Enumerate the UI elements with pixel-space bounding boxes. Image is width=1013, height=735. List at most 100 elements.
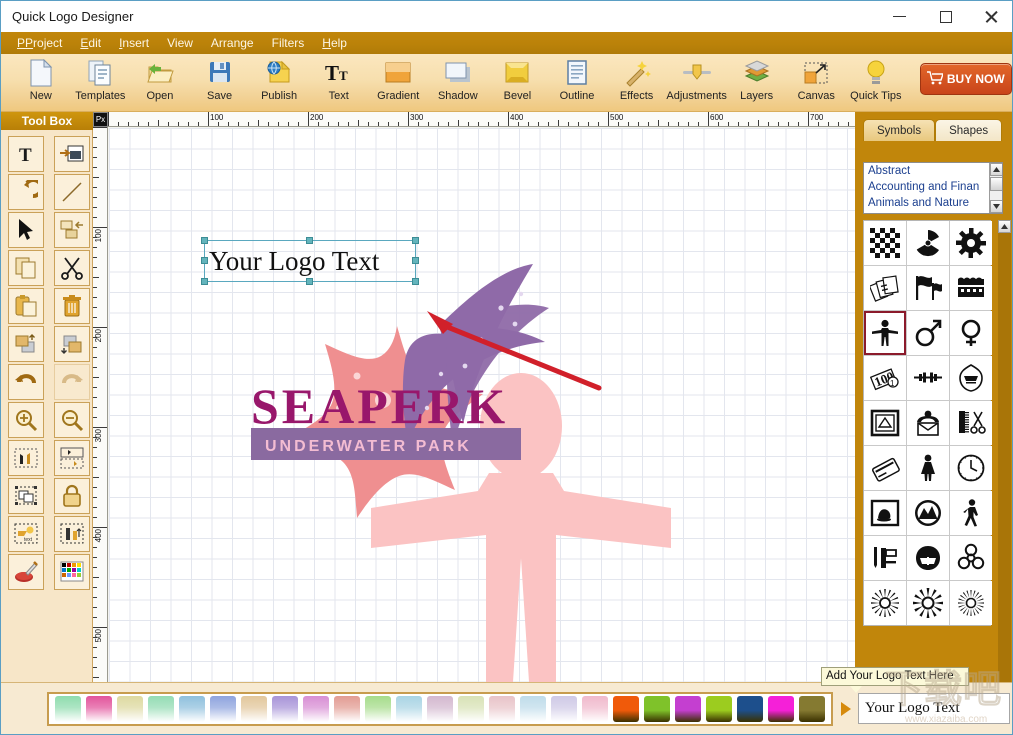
delete-tool[interactable] bbox=[54, 288, 90, 324]
distribute-tool[interactable] bbox=[54, 516, 90, 552]
color-swatch[interactable] bbox=[241, 696, 267, 722]
credit-card-symbol[interactable] bbox=[864, 446, 906, 490]
buy-now-button[interactable]: BUY NOW bbox=[920, 63, 1012, 95]
toolbar-button-layers[interactable]: Layers bbox=[727, 54, 787, 110]
mountain-circle-symbol[interactable] bbox=[907, 491, 949, 535]
female-symbol[interactable] bbox=[950, 311, 992, 355]
tab-symbols[interactable]: Symbols bbox=[863, 119, 935, 141]
handle-middle-right[interactable] bbox=[412, 257, 419, 264]
rotate-tool[interactable] bbox=[8, 174, 44, 210]
selection-box[interactable] bbox=[204, 240, 416, 282]
color-swatch[interactable] bbox=[148, 696, 174, 722]
logo-artwork[interactable]: SEAPERK UNDERWATER PARK bbox=[109, 128, 855, 682]
undo-tool[interactable] bbox=[8, 364, 44, 400]
color-swatch[interactable] bbox=[334, 696, 360, 722]
color-swatch[interactable] bbox=[210, 696, 236, 722]
toolbar-button-shadow[interactable]: Shadow bbox=[428, 54, 488, 110]
helmet-symbol[interactable] bbox=[907, 536, 949, 580]
color-swatch[interactable] bbox=[55, 696, 81, 722]
color-swatch[interactable] bbox=[272, 696, 298, 722]
flags-symbol[interactable] bbox=[907, 266, 949, 310]
cut-tool[interactable] bbox=[54, 250, 90, 286]
color-swatch[interactable] bbox=[644, 696, 670, 722]
symbol-grid-container[interactable]: 1001 bbox=[863, 220, 1003, 735]
color-swatch[interactable] bbox=[396, 696, 422, 722]
category-item[interactable]: Abstract bbox=[864, 163, 1002, 179]
framed-picture-symbol[interactable] bbox=[864, 401, 906, 445]
color-swatch[interactable] bbox=[179, 696, 205, 722]
pen-tools-symbol[interactable] bbox=[864, 536, 906, 580]
select-tool[interactable] bbox=[8, 212, 44, 248]
toolbar-button-canvas[interactable]: Canvas bbox=[786, 54, 846, 110]
color-swatch[interactable] bbox=[86, 696, 112, 722]
hundred-dollar-symbol[interactable]: 1001 bbox=[864, 356, 906, 400]
symbol-scroll-track[interactable] bbox=[998, 233, 1011, 735]
color-swatch[interactable] bbox=[365, 696, 391, 722]
handle-middle-left[interactable] bbox=[201, 257, 208, 264]
color-swatch[interactable] bbox=[551, 696, 577, 722]
color-swatch[interactable] bbox=[582, 696, 608, 722]
maximize-button[interactable] bbox=[926, 5, 966, 28]
cards-symbol[interactable] bbox=[864, 266, 906, 310]
toolbar-button-save[interactable]: Save bbox=[190, 54, 250, 110]
color-swatch[interactable] bbox=[675, 696, 701, 722]
send-backward-tool[interactable] bbox=[54, 326, 90, 362]
male-symbol[interactable] bbox=[907, 311, 949, 355]
align-objects-tool[interactable] bbox=[54, 212, 90, 248]
toolbar-button-open[interactable]: Open bbox=[130, 54, 190, 110]
flip-vertical-tool[interactable] bbox=[54, 440, 90, 476]
symbol-scrollbar[interactable] bbox=[998, 220, 1011, 735]
color-swatch[interactable] bbox=[520, 696, 546, 722]
color-swatch[interactable] bbox=[613, 696, 639, 722]
flip-horizontal-tool[interactable] bbox=[8, 440, 44, 476]
vertical-ruler[interactable]: 100200300400500 bbox=[93, 127, 108, 682]
logo-text-input[interactable]: Your Logo Text bbox=[858, 693, 1010, 724]
category-scroll-up-button[interactable] bbox=[990, 163, 1003, 176]
category-scrollbar[interactable] bbox=[989, 163, 1002, 213]
toolbar-button-adjustments[interactable]: Adjustments bbox=[666, 54, 727, 110]
category-scroll-down-button[interactable] bbox=[990, 200, 1003, 213]
handle-top-left[interactable] bbox=[201, 237, 208, 244]
zoom-out-tool[interactable] bbox=[54, 402, 90, 438]
category-item[interactable]: Animals and Nature bbox=[864, 195, 1002, 211]
menu-item-filters[interactable]: Filters bbox=[264, 34, 313, 52]
color-swatch[interactable] bbox=[117, 696, 143, 722]
shield-crest-symbol[interactable] bbox=[950, 356, 992, 400]
category-list[interactable]: AbstractAccounting and FinanAnimals and … bbox=[863, 162, 1003, 214]
woman-symbol[interactable] bbox=[907, 446, 949, 490]
sunburst-b-symbol[interactable] bbox=[907, 581, 949, 625]
toolbar-button-new[interactable]: New bbox=[11, 54, 71, 110]
tab-shapes[interactable]: Shapes bbox=[935, 119, 1002, 141]
handle-bottom-left[interactable] bbox=[201, 278, 208, 285]
category-item[interactable]: Architecture and Cons bbox=[864, 211, 1002, 214]
palette-next-button[interactable] bbox=[834, 692, 858, 726]
clock-symbol[interactable] bbox=[950, 446, 992, 490]
color-swatch[interactable] bbox=[489, 696, 515, 722]
color-swatch[interactable] bbox=[799, 696, 825, 722]
toolbar-button-bevel[interactable]: Bevel bbox=[488, 54, 548, 110]
menu-item-project[interactable]: PProject bbox=[9, 34, 70, 52]
color-swatch[interactable] bbox=[427, 696, 453, 722]
category-item[interactable]: Accounting and Finan bbox=[864, 179, 1002, 195]
handle-top-center[interactable] bbox=[306, 237, 313, 244]
toolbar-button-text[interactable]: TTText bbox=[309, 54, 369, 110]
color-swatch[interactable] bbox=[303, 696, 329, 722]
comb-scissors-symbol[interactable] bbox=[950, 401, 992, 445]
color-swatch[interactable] bbox=[706, 696, 732, 722]
color-swatch[interactable] bbox=[737, 696, 763, 722]
barbell-symbol[interactable] bbox=[907, 356, 949, 400]
envelope-person-symbol[interactable] bbox=[907, 401, 949, 445]
group-tool[interactable] bbox=[8, 478, 44, 514]
toolbar-button-templates[interactable]: Templates bbox=[71, 54, 131, 110]
menu-item-insert[interactable]: Insert bbox=[111, 34, 157, 52]
radiation-symbol[interactable] bbox=[907, 221, 949, 265]
toolbar-button-publish[interactable]: Publish bbox=[249, 54, 309, 110]
person-arms-out-symbol[interactable] bbox=[864, 311, 906, 355]
bring-forward-tool[interactable] bbox=[8, 326, 44, 362]
sunburst-c-symbol[interactable] bbox=[950, 581, 992, 625]
cityscape-symbol[interactable] bbox=[950, 266, 992, 310]
category-scroll-thumb[interactable] bbox=[990, 177, 1003, 191]
handle-bottom-center[interactable] bbox=[306, 278, 313, 285]
walking-person-symbol[interactable] bbox=[950, 491, 992, 535]
handle-bottom-right[interactable] bbox=[412, 278, 419, 285]
